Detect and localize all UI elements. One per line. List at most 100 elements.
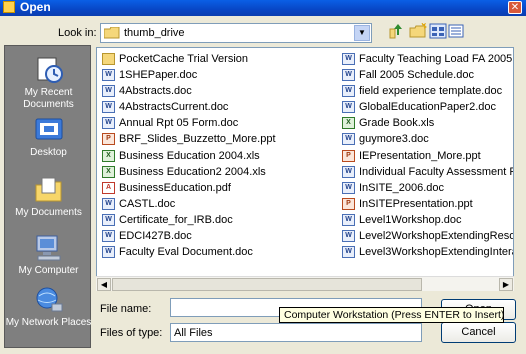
file-name: guymore3.doc (359, 133, 429, 146)
desktop-icon (35, 118, 62, 140)
file-name: Level2WorkshopExtendingResources (359, 230, 513, 243)
window-title: Open (20, 0, 51, 14)
file-item[interactable]: W Level3WorkshopExtendingInteraction (341, 244, 513, 260)
file-item[interactable]: X Business Education 2004.xls (101, 148, 339, 164)
doc-file-icon: W (342, 101, 355, 114)
doc-file-icon: W (342, 85, 355, 98)
file-item[interactable]: PocketCache Trial Version (101, 51, 339, 67)
file-name-label: File name: (100, 303, 152, 315)
xls-file-icon: X (102, 149, 115, 162)
ppt-file-icon: P (102, 133, 115, 146)
doc-file-icon: W (342, 246, 355, 259)
close-button[interactable]: ✕ (508, 1, 522, 14)
up-one-level-button[interactable] (386, 23, 406, 43)
file-name: Business Education2 2004.xls (119, 165, 266, 178)
folder-file-icon (102, 53, 115, 65)
my-computer-icon (36, 235, 60, 261)
pdf-file-icon: A (102, 181, 115, 194)
file-name: Fall 2005 Schedule.doc (359, 69, 474, 82)
file-name: Faculty Teaching Load FA 2005.doc (359, 53, 513, 65)
files-of-type-value: All Files (174, 327, 213, 339)
file-item[interactable]: W Level2WorkshopExtendingResources (341, 228, 513, 244)
file-item[interactable]: P BRF_Slides_Buzzetto_More.ppt (101, 131, 339, 147)
file-item[interactable]: X Grade Book.xls (341, 115, 513, 131)
file-item[interactable]: W 4Abstracts.doc (101, 83, 339, 99)
doc-file-icon: W (102, 246, 115, 259)
place-my-documents[interactable]: My Documents (5, 176, 92, 219)
place-my-computer[interactable]: My Computer (5, 234, 92, 277)
file-name: IEPresentation_More.ppt (359, 149, 481, 162)
file-item[interactable]: W Level1Workshop.doc (341, 212, 513, 228)
view-menu-icon (429, 23, 447, 39)
file-name: GlobalEducationPaper2.doc (359, 101, 496, 114)
place-label: My Network Places (5, 317, 92, 328)
xls-file-icon: X (102, 165, 115, 178)
doc-file-icon: W (102, 69, 115, 82)
tools-button[interactable] (446, 23, 466, 43)
place-desktop[interactable]: Desktop (5, 116, 92, 159)
file-item[interactable]: Wguymore3.doc (341, 131, 513, 147)
place-label: My Recent Documents (23, 87, 74, 110)
tooltip: Computer Workstation (Press ENTER to Ins… (279, 307, 504, 323)
file-name: BRF_Slides_Buzzetto_More.ppt (119, 133, 276, 146)
scrollbar-thumb[interactable] (112, 278, 422, 291)
file-item[interactable]: W 4AbstractsCurrent.doc (101, 99, 339, 115)
up-folder-icon (389, 24, 402, 39)
file-name: Faculty Eval Document.doc (119, 246, 253, 259)
ppt-file-icon: P (342, 149, 355, 162)
file-name: Grade Book.xls (359, 117, 435, 130)
new-folder-button[interactable] (408, 22, 428, 43)
file-item[interactable]: W EDCI427B.doc (101, 228, 339, 244)
file-item[interactable]: W Certificate_for_IRB.doc (101, 212, 339, 228)
file-item[interactable]: W Faculty Teaching Load FA 2005.doc (341, 51, 513, 67)
scroll-left-arrow-icon[interactable]: ◀ (97, 278, 111, 291)
file-item[interactable]: W Faculty Eval Document.doc (101, 244, 339, 260)
network-places-icon (36, 287, 62, 312)
file-name: 4Abstracts.doc (119, 85, 192, 98)
doc-file-icon: W (102, 230, 115, 243)
file-item[interactable]: W CASTL.doc (101, 196, 339, 212)
place-label: My Documents (15, 207, 82, 218)
doc-file-icon: W (342, 69, 355, 82)
file-name: BusinessEducation.pdf (119, 181, 231, 194)
look-in-label: Look in: (58, 27, 97, 39)
place-my-recent-documents[interactable]: My Recent Documents (5, 56, 92, 111)
files-of-type-label: Files of type: (100, 327, 163, 339)
file-item[interactable]: A BusinessEducation.pdf (101, 180, 339, 196)
file-name: 1SHEPaper.doc (119, 69, 198, 82)
file-column-1: PocketCache Trial Version W 1SHEPaper.doc W… (101, 51, 339, 260)
horizontal-scrollbar[interactable]: ◀ ▶ (96, 276, 514, 291)
chevron-down-icon[interactable]: ▼ (354, 25, 370, 41)
file-name: Level3WorkshopExtendingInteraction (359, 246, 513, 259)
file-item[interactable]: X Business Education2 2004.xls (101, 164, 339, 180)
file-column-2: W Faculty Teaching Load FA 2005.doc W Fall … (341, 51, 513, 260)
file-item[interactable]: Wfield experience template.doc (341, 83, 513, 99)
ppt-file-icon: P (342, 197, 355, 210)
file-name: Level1Workshop.doc (359, 213, 462, 226)
file-item[interactable]: W GlobalEducationPaper2.doc (341, 99, 513, 115)
files-of-type-dropdown[interactable]: All Files (170, 323, 422, 342)
doc-file-icon: W (102, 197, 115, 210)
file-item[interactable]: P InSITEPresentation.ppt (341, 196, 513, 212)
look-in-dropdown[interactable]: thumb_drive ▼ (100, 23, 372, 43)
doc-file-icon: W (342, 181, 355, 194)
file-item[interactable]: W 1SHEPaper.doc (101, 67, 339, 83)
file-name: EDCI427B.doc (119, 230, 192, 243)
view-menu-button[interactable] (428, 23, 448, 43)
cancel-button[interactable]: Cancel (441, 322, 516, 343)
file-item[interactable]: W Fall 2005 Schedule.doc (341, 67, 513, 83)
file-item[interactable]: W InSITE_2006.doc (341, 180, 513, 196)
file-name: 4AbstractsCurrent.doc (119, 101, 229, 114)
title-bar[interactable]: Open ✕ (0, 0, 526, 16)
doc-file-icon: W (342, 165, 355, 178)
file-item[interactable]: W Annual Rpt 05 Form.doc (101, 115, 339, 131)
file-item[interactable]: P IEPresentation_More.ppt (341, 148, 513, 164)
folder-icon (104, 27, 120, 39)
look-in-value: thumb_drive (124, 27, 185, 39)
scroll-right-arrow-icon[interactable]: ▶ (499, 278, 513, 291)
place-my-network-places[interactable]: My Network Places (5, 286, 92, 329)
recent-documents-icon (37, 57, 63, 83)
file-name: InSITEPresentation.ppt (359, 197, 473, 210)
file-item[interactable]: W Individual Faculty Assessment Plan 1 (341, 164, 513, 180)
file-list[interactable]: PocketCache Trial Version W 1SHEPaper.doc W… (96, 47, 514, 291)
